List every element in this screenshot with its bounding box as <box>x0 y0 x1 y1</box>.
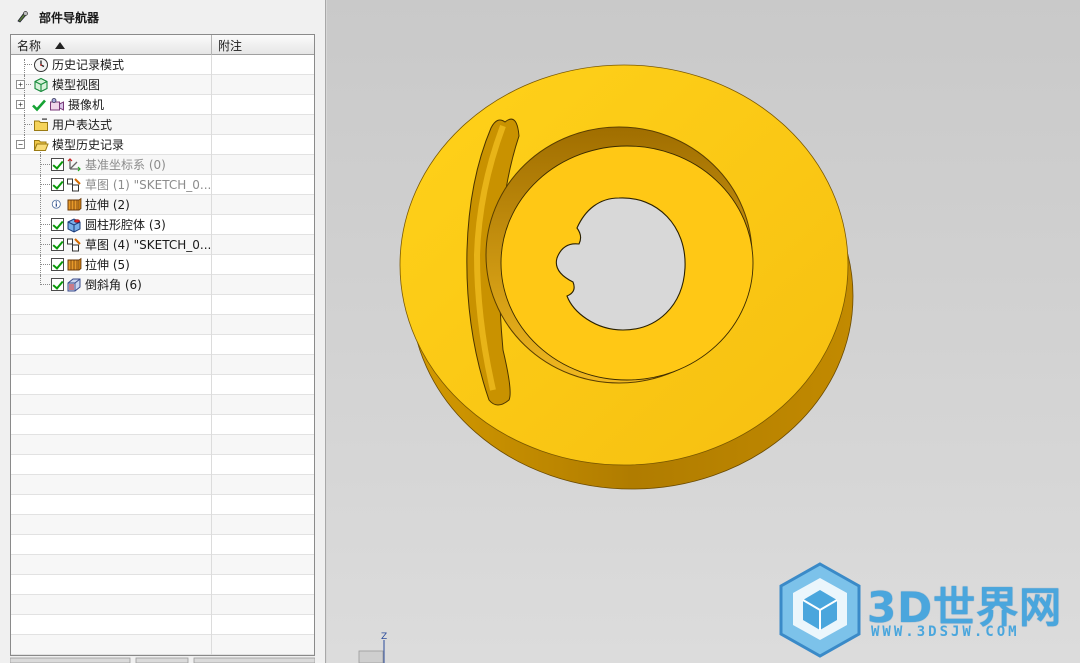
tree-row-feature[interactable]: 拉伸 (2) <box>11 195 314 215</box>
camera-icon <box>50 97 64 111</box>
sketch-icon <box>67 237 81 251</box>
tree-empty-row <box>11 395 314 415</box>
graphics-viewport[interactable]: Z 3D世界网 WWW.3DSJW.COM <box>327 0 1080 663</box>
column-header-note[interactable]: 附注 <box>212 35 312 55</box>
expand-toggle[interactable]: + <box>16 80 25 89</box>
info-icon <box>51 199 61 209</box>
tree-empty-row <box>11 455 314 475</box>
tree-row-feature[interactable]: 倒斜角 (6) <box>11 275 314 295</box>
tree-row-feature[interactable]: 草图 (4) "SKETCH_0... <box>11 235 314 255</box>
column-name-label: 名称 <box>17 38 42 53</box>
tree-empty-row <box>11 595 314 615</box>
datum-csys-icon <box>67 157 81 171</box>
tree-empty-row <box>11 535 314 555</box>
clock-icon <box>34 57 48 72</box>
model-view-icon <box>34 77 48 92</box>
chamfer-icon <box>67 278 81 291</box>
watermark-logo-icon <box>779 562 861 658</box>
feature-checkbox[interactable] <box>51 218 64 231</box>
navigator-title: 部件导航器 <box>39 10 100 25</box>
tree-rows: 历史记录模式 + 模型视图 + 摄像机 用户表达式 − 模型历史记录 基准坐标系… <box>11 55 314 655</box>
tree-item-label: 倒斜角 (6) <box>85 278 142 292</box>
tree-empty-row <box>11 575 314 595</box>
tree-row-model-history[interactable]: − 模型历史记录 <box>11 135 314 155</box>
tree-item-label: 模型历史记录 <box>52 138 125 152</box>
coordinate-triad: Z <box>358 632 387 663</box>
collapse-toggle[interactable]: − <box>16 140 25 149</box>
column-note-label: 附注 <box>218 38 243 53</box>
tree-item-label: 拉伸 (5) <box>85 258 130 272</box>
sort-ascending-icon <box>55 41 66 49</box>
tree-row-feature[interactable]: 草图 (1) "SKETCH_0... <box>11 175 314 195</box>
tree-empty-row <box>11 295 314 315</box>
feature-checkbox[interactable] <box>51 258 64 271</box>
tree-empty-row <box>11 615 314 635</box>
tree-empty-row <box>11 335 314 355</box>
expand-toggle[interactable]: + <box>16 100 25 109</box>
tree-empty-row <box>11 315 314 335</box>
tree-empty-row <box>11 515 314 535</box>
tree-row-feature[interactable]: 拉伸 (5) <box>11 255 314 275</box>
navigator-title-bar: 部件导航器 <box>0 0 325 34</box>
tree-header: 名称 附注 <box>11 35 314 55</box>
navigator-bottom-bar <box>10 657 315 663</box>
tree-empty-row <box>11 495 314 515</box>
tree-empty-row <box>11 475 314 495</box>
tree-empty-row <box>11 555 314 575</box>
tree-item-label: 拉伸 (2) <box>85 198 130 212</box>
tree-row-cameras[interactable]: + 摄像机 <box>11 95 314 115</box>
feature-checkbox[interactable] <box>51 238 64 251</box>
tree-empty-row <box>11 635 314 655</box>
extrude-icon <box>67 197 82 210</box>
column-header-name[interactable]: 名称 <box>11 35 212 55</box>
tree-item-label: 摄像机 <box>68 98 105 112</box>
part-navigator-panel: 部件导航器 名称 附注 历史记录模式 + 模型视图 + 摄像机 用户表达式 − … <box>0 0 326 663</box>
tree-row-feature[interactable]: 圆柱形腔体 (3) <box>11 215 314 235</box>
tree-row-history-mode[interactable]: 历史记录模式 <box>11 55 314 75</box>
pocket-icon <box>67 217 81 233</box>
part-navigator-icon <box>17 11 28 23</box>
tree-item-label: 基准坐标系 (0) <box>85 158 166 172</box>
watermark-url: WWW.3DSJW.COM <box>871 624 1020 640</box>
tree-item-label: 草图 (4) "SKETCH_0... <box>85 238 212 252</box>
tree-row-user-expressions[interactable]: 用户表达式 <box>11 115 314 135</box>
triad-axis-label: Z <box>381 632 387 642</box>
tree-item-label: 草图 (1) "SKETCH_0... <box>85 178 212 192</box>
tree-item-label: 圆柱形腔体 (3) <box>85 218 166 232</box>
extrude-icon <box>67 257 82 270</box>
tree-empty-row <box>11 375 314 395</box>
check-green-icon <box>32 99 46 111</box>
tree-empty-row <box>11 435 314 455</box>
tree-row-model-views[interactable]: + 模型视图 <box>11 75 314 95</box>
sketch-icon <box>67 177 81 191</box>
feature-checkbox[interactable] <box>51 178 64 191</box>
feature-checkbox[interactable] <box>51 158 64 171</box>
navigator-tree[interactable]: 名称 附注 历史记录模式 + 模型视图 + 摄像机 用户表达式 − 模型历史记录… <box>10 34 315 656</box>
tree-item-label: 模型视图 <box>52 78 101 92</box>
tree-item-label: 历史记录模式 <box>52 58 125 72</box>
tree-item-label: 用户表达式 <box>52 118 113 132</box>
folder-open-icon <box>33 139 49 151</box>
watermark: 3D世界网 WWW.3DSJW.COM <box>775 560 1075 660</box>
folder-icon <box>34 118 48 131</box>
tree-row-feature[interactable]: 基准坐标系 (0) <box>11 155 314 175</box>
tree-empty-row <box>11 415 314 435</box>
feature-checkbox[interactable] <box>51 278 64 291</box>
tree-empty-row <box>11 355 314 375</box>
